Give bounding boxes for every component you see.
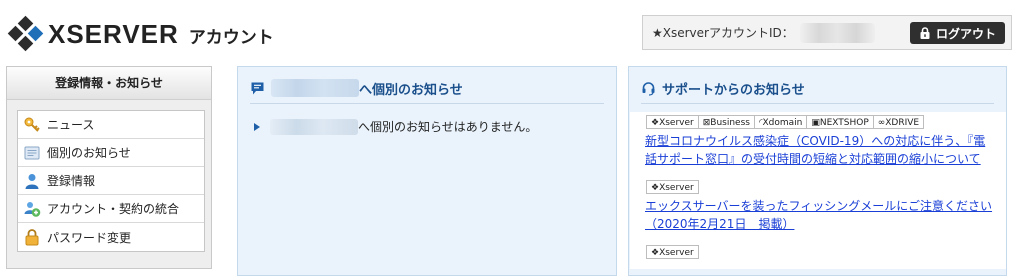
- divider: [641, 103, 994, 104]
- headset-icon: [642, 81, 655, 96]
- service-tag-nextshop: ▣NEXTSHOP: [806, 115, 874, 129]
- personal-notice-heading: へ個別のお知らせ: [250, 78, 463, 98]
- service-tags: ❖Xserver: [646, 245, 1006, 259]
- service-tag-xserver: ❖Xserver: [646, 115, 699, 129]
- merge-icon: [24, 201, 41, 217]
- logout-button[interactable]: ログアウト: [910, 22, 1005, 44]
- sidebar-item-personal-notice[interactable]: 個別のお知らせ: [18, 139, 204, 167]
- sidebar: 登録情報・お知らせ ニュース 個別のお知らせ 登録情報 アカウント・契約の統合 …: [6, 66, 212, 269]
- news-link-covid[interactable]: 新型コロナウイルス感染症（COVID-19）への対応に伴う、『電話サポート窓口』…: [645, 132, 994, 168]
- news-link-phishing[interactable]: エックスサーバーを装ったフィッシングメールにご注意ください（2020年2月21日…: [645, 197, 994, 233]
- service-tag-xdrive: ∞XDRIVE: [872, 115, 925, 129]
- sidebar-title: 登録情報・お知らせ: [7, 67, 211, 100]
- sidebar-item-label: ニュース: [47, 118, 95, 132]
- service-tags: ❖Xserver: [646, 180, 1006, 194]
- personal-notice-title: へ個別のお知らせ: [359, 82, 463, 98]
- service-tag-xserver: ❖Xserver: [646, 180, 699, 194]
- sidebar-item-label: パスワード変更: [47, 230, 132, 245]
- logo-subtitle: アカウント: [188, 28, 274, 48]
- speech-bubble-icon: [251, 82, 264, 94]
- service-tag-xdomain: ◜Xdomain: [753, 115, 808, 129]
- sidebar-item-news[interactable]: ニュース: [18, 111, 204, 139]
- account-id-redacted: [799, 22, 875, 43]
- user-icon: [25, 173, 39, 189]
- bullet-arrow-icon: [254, 122, 260, 131]
- sidebar-menu: ニュース 個別のお知らせ 登録情報 アカウント・契約の統合 パスワード変更: [17, 110, 205, 252]
- support-notice-heading: サポートからのお知らせ: [641, 78, 805, 98]
- sidebar-item-label: アカウント・契約の統合: [47, 202, 180, 216]
- support-news-list: ❖Xserver ⊠Business ◜Xdomain ▣NEXTSHOP ∞X…: [630, 112, 1006, 269]
- account-id-label: ★XserverアカウントID：: [652, 26, 794, 40]
- service-tag-business: ⊠Business: [697, 115, 755, 129]
- xserver-logo[interactable]: XSERVER アカウント: [7, 15, 274, 52]
- padlock-icon: [25, 229, 39, 246]
- sidebar-item-password-change[interactable]: パスワード変更: [18, 223, 204, 251]
- logo-wordmark: XSERVER: [48, 18, 179, 49]
- logout-label: ログアウト: [935, 26, 996, 41]
- sidebar-item-label: 登録情報: [47, 174, 96, 188]
- account-id-box: ★XserverアカウントID： ログアウト: [642, 15, 1012, 50]
- personal-notice-panel: へ個別のお知らせ へ個別のお知らせはありません。: [237, 66, 617, 276]
- personal-notice-empty: へ個別のお知らせはありません。: [254, 118, 537, 135]
- sidebar-item-label: 個別のお知らせ: [47, 146, 131, 160]
- account-name-redacted: [271, 79, 359, 97]
- account-name-redacted: [270, 118, 358, 135]
- empty-message: へ個別のお知らせはありません。: [358, 120, 538, 134]
- lock-icon: [920, 27, 930, 39]
- divider: [250, 103, 604, 104]
- sidebar-item-account-merge[interactable]: アカウント・契約の統合: [18, 195, 204, 223]
- sidebar-item-registration[interactable]: 登録情報: [18, 167, 204, 195]
- support-notice-title: サポートからのお知らせ: [662, 82, 805, 98]
- service-tag-xserver: ❖Xserver: [646, 245, 699, 259]
- logo-diamond-icon: [7, 15, 44, 52]
- key-icon: [24, 117, 40, 132]
- note-icon: [24, 146, 40, 159]
- service-tags: ❖Xserver ⊠Business ◜Xdomain ▣NEXTSHOP ∞X…: [646, 115, 1006, 129]
